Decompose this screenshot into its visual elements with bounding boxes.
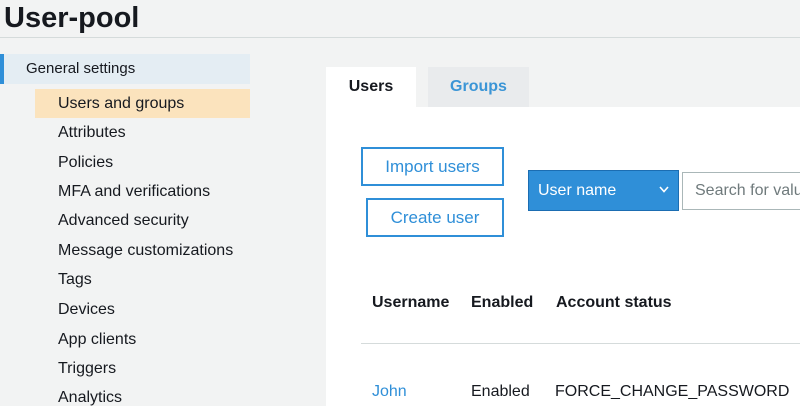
sidebar-item-attributes[interactable]: Attributes <box>35 118 250 147</box>
sidebar-item-policies[interactable]: Policies <box>35 148 250 177</box>
sidebar-item-devices[interactable]: Devices <box>35 295 250 324</box>
users-panel: Import users Create user User name Usern… <box>326 107 800 406</box>
page-title: User-pool <box>4 2 140 34</box>
title-divider <box>0 37 800 38</box>
sidebar-item-advanced-security[interactable]: Advanced security <box>35 206 250 235</box>
search-attribute-selected: User name <box>538 182 617 199</box>
sidebar-item-users-and-groups[interactable]: Users and groups <box>35 89 250 118</box>
sidebar-item-analytics[interactable]: Analytics <box>35 383 250 406</box>
search-attribute-select[interactable]: User name <box>528 170 679 211</box>
column-header-account-status[interactable]: Account status <box>556 293 672 313</box>
create-user-button[interactable]: Create user <box>366 198 504 237</box>
tab-groups[interactable]: Groups <box>428 67 529 107</box>
sidebar-item-mfa-and-verifications[interactable]: MFA and verifications <box>35 177 250 206</box>
column-header-enabled[interactable]: Enabled <box>471 293 533 313</box>
chevron-down-icon <box>659 186 669 193</box>
sidebar-item-triggers[interactable]: Triggers <box>35 354 250 383</box>
sidebar-item-tags[interactable]: Tags <box>35 265 250 294</box>
table-header-divider <box>361 343 800 344</box>
search-input[interactable] <box>682 172 800 210</box>
sidebar-item-app-clients[interactable]: App clients <box>35 325 250 354</box>
import-users-button[interactable]: Import users <box>361 147 504 186</box>
sidebar-item-message-customizations[interactable]: Message customizations <box>35 236 250 265</box>
enabled-cell: Enabled <box>471 383 530 400</box>
tab-users[interactable]: Users <box>326 67 416 107</box>
account-status-cell: FORCE_CHANGE_PASSWORD <box>555 383 790 400</box>
column-header-username[interactable]: Username <box>372 293 449 313</box>
sidebar-header-general-settings[interactable]: General settings <box>0 54 250 84</box>
username-link[interactable]: John <box>372 382 407 402</box>
